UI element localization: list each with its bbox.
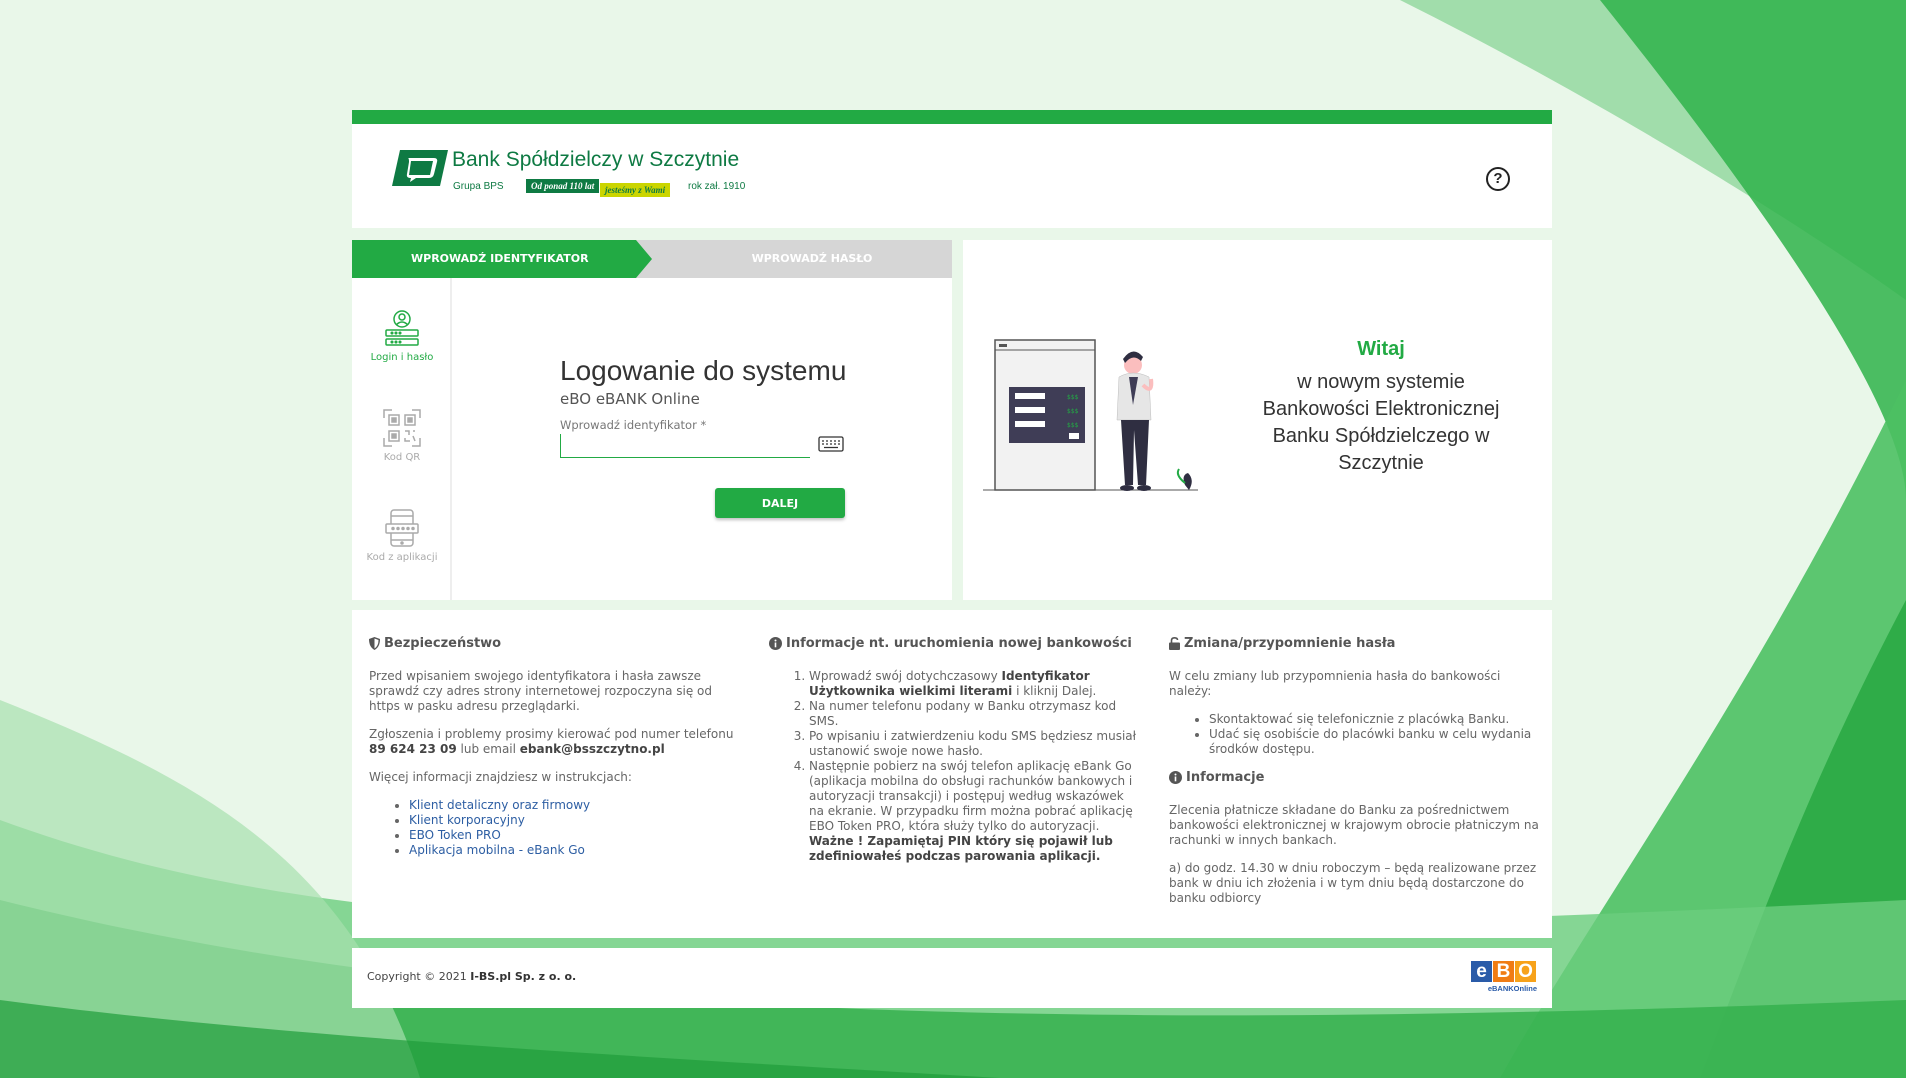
step-identifier: WPROWADŹ IDENTYFIKATOR [352, 240, 652, 278]
link-corporate[interactable]: Klient korporacyjny [409, 813, 525, 827]
welcome-line: Szczytnie [1338, 452, 1424, 474]
link-mobile-app[interactable]: Aplikacja mobilna - eBank Go [409, 843, 585, 857]
security-heading: Bezpieczeństwo [369, 636, 739, 651]
security-text: Przed wpisaniem swojego identyfikatora i… [369, 669, 713, 713]
contact-text: lub email [456, 742, 520, 756]
password-section: Zmiana/przypomnienie hasła W celu zmiany… [1169, 636, 1539, 919]
login-method-list: Login i hasło Kod QR Kod z aplikacji [352, 278, 452, 600]
footer: Copyright © 2021 I-BS.pl Sp. z o. o. e B… [352, 948, 1552, 1008]
list-item: Następnie pobierz na swój telefon aplika… [809, 759, 1139, 864]
password-intro: W celu zmiany lub przypomnienia hasła do… [1169, 669, 1501, 698]
list-item: Udać się osobiście do placówki banku w c… [1209, 727, 1539, 757]
svg-text:$$$: $$$ [1067, 394, 1079, 401]
ebo-letter: B [1493, 961, 1514, 982]
list-item: Aplikacja mobilna - eBank Go [409, 843, 739, 858]
ebo-letter: O [1515, 961, 1536, 982]
link-retail-business[interactable]: Klient detaliczny oraz firmowy [409, 798, 590, 812]
lock-icon [1169, 637, 1180, 650]
security-section: Bezpieczeństwo Przed wpisaniem swojego i… [369, 636, 739, 858]
bank-logo-icon [392, 150, 448, 186]
launch-steps: Wprowadź swój dotychczasowy Identyfikato… [809, 669, 1139, 864]
ebo-subtitle: eBANKOnline [1487, 984, 1537, 993]
info-panel: Bezpieczeństwo Przed wpisaniem swojego i… [352, 610, 1552, 938]
info-circle-icon [1169, 771, 1182, 784]
contact-phone: 89 624 23 09 [369, 742, 457, 756]
step-text: Wprowadź swój dotychczasowy [809, 669, 1002, 683]
launch-info-heading: Informacje nt. uruchomienia nowej bankow… [769, 636, 1139, 651]
list-item: Skontaktować się telefonicznie z placówk… [1209, 712, 1539, 727]
ebo-logo: e B O eBANKOnline [1471, 961, 1537, 995]
copyright-text: Copyright © 2021 [367, 970, 471, 983]
list-item: Na numer telefonu podany w Banku otrzyma… [809, 699, 1139, 729]
step-text: Następnie pobierz na swój telefon aplika… [809, 759, 1133, 833]
method-app-code[interactable]: Kod z aplikacji [352, 508, 452, 563]
login-title: Logowanie do systemu [560, 355, 847, 386]
identifier-input[interactable] [560, 434, 810, 458]
pin-warning: Ważne ! Zapamiętaj PIN który się pojawił… [809, 834, 1113, 863]
next-button[interactable]: DALEJ [715, 488, 845, 518]
step-text: i kliknij Dalej. [1012, 684, 1097, 698]
password-title: Zmiana/przypomnienie hasła [1184, 636, 1396, 651]
svg-text:$$$: $$$ [1067, 422, 1079, 429]
list-item: Klient detaliczny oraz firmowy [409, 798, 739, 813]
method-label: Kod QR [383, 452, 421, 463]
contact-email[interactable]: ebank@bsszczytno.pl [520, 742, 665, 756]
welcome-message: Witaj w nowym systemie Bankowości Elektr… [1231, 336, 1531, 477]
list-item: Po wpisaniu i zatwierdzeniu kodu SMS będ… [809, 729, 1139, 759]
user-login-icon [385, 310, 419, 346]
security-title: Bezpieczeństwo [384, 636, 502, 651]
launch-info-title: Informacje nt. uruchomienia nowej bankow… [786, 636, 1132, 651]
svg-text:$$$: $$$ [1067, 408, 1079, 415]
copyright: Copyright © 2021 I-BS.pl Sp. z o. o. [367, 970, 576, 983]
bank-name: Bank Spółdzielczy w Szczytnie [452, 148, 740, 171]
list-item: EBO Token PRO [409, 828, 739, 843]
founded-label: rok zał. 1910 [688, 181, 746, 192]
method-label: Kod z aplikacji [366, 552, 438, 563]
list-item: Klient korporacyjny [409, 813, 739, 828]
launch-info-section: Informacje nt. uruchomienia nowej bankow… [769, 636, 1139, 864]
shield-icon [369, 637, 380, 650]
ebo-letters: e B O [1471, 961, 1537, 982]
identifier-label: Wprowadź identyfikator * [560, 418, 707, 432]
welcome-line: w nowym systemie [1297, 371, 1465, 393]
password-options: Skontaktować się telefonicznie z placówk… [1209, 712, 1539, 757]
security-contact: Zgłoszenia i problemy prosimy kierować p… [369, 727, 739, 757]
ebo-letter: e [1471, 961, 1492, 982]
method-qr-code[interactable]: Kod QR [352, 408, 452, 463]
slogan-part-2: jesteśmy z Wami [600, 183, 671, 197]
slogan: Od ponad 110 lat jesteśmy z Wami [526, 179, 674, 197]
login-subtitle: eBO eBANK Online [560, 390, 700, 408]
password-heading: Zmiana/przypomnienie hasła [1169, 636, 1539, 651]
info-text: a) do godz. 14.30 w dniu roboczym – będą… [1169, 861, 1537, 905]
welcome-panel: $$$ $$$ $$$ Witaj w nowym systemie Banko… [963, 240, 1552, 600]
link-token-pro[interactable]: EBO Token PRO [409, 828, 501, 842]
method-label: Login i hasło [370, 352, 434, 363]
login-steps: WPROWADŹ HASŁO WPROWADŹ IDENTYFIKATOR [352, 240, 952, 278]
header: Bank Spółdzielczy w Szczytnie Grupa BPS … [352, 110, 1552, 228]
info-title: Informacje [1186, 770, 1265, 785]
contact-text: Zgłoszenia i problemy prosimy kierować p… [369, 727, 734, 741]
welcome-greeting: Witaj [1357, 338, 1405, 360]
company-name: I-BS.pl Sp. z o. o. [470, 970, 577, 983]
info-text: Zlecenia płatnicze składane do Banku za … [1169, 803, 1539, 847]
step-password: WPROWADŹ HASŁO [632, 240, 952, 278]
info-heading: Informacje [1169, 770, 1539, 785]
help-circle-icon[interactable]: ? [1486, 167, 1510, 191]
phone-app-icon [385, 509, 419, 547]
method-login-password[interactable]: Login i hasło [352, 308, 452, 363]
instructions-list: Klient detaliczny oraz firmowy Klient ko… [409, 798, 739, 858]
login-panel: WPROWADŹ HASŁO WPROWADŹ IDENTYFIKATOR Lo… [352, 240, 952, 600]
slogan-part-1: Od ponad 110 lat [526, 179, 600, 193]
welcome-line: Bankowości Elektronicznej [1262, 398, 1500, 420]
group-label: Grupa BPS [453, 181, 504, 192]
info-circle-icon [769, 637, 782, 650]
list-item: Wprowadź swój dotychczasowy Identyfikato… [809, 669, 1139, 699]
bank-logo[interactable]: Bank Spółdzielczy w Szczytnie Grupa BPS … [392, 148, 752, 208]
virtual-keyboard-icon[interactable] [818, 436, 844, 452]
qr-code-icon [383, 409, 421, 447]
welcome-illustration: $$$ $$$ $$$ [983, 339, 1198, 491]
welcome-line: Banku Spółdzielczego w [1272, 425, 1490, 447]
instructions-intro: Więcej informacji znajdziesz w instrukcj… [369, 770, 632, 784]
